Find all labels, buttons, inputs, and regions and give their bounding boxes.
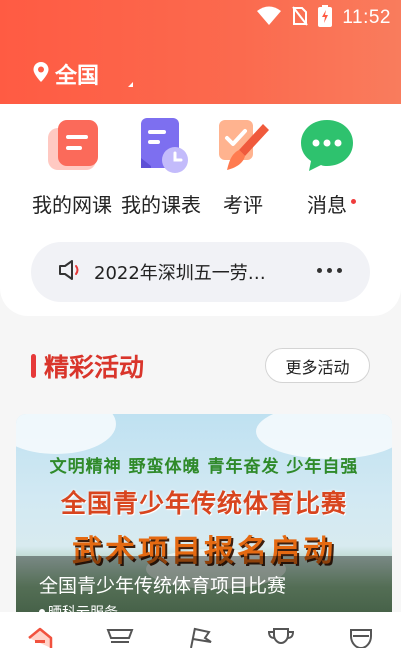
no-sim-icon [292,6,309,30]
nav-label: 考评 [223,193,263,217]
app-header: 11:52 全国 [0,0,401,110]
more-activities-button[interactable]: 更多活动 [265,348,370,383]
tab-home[interactable] [20,626,60,648]
nav-label-text: 消息 [307,193,347,217]
nav-label: 我的网课 [32,193,112,217]
notice-text: 2022年深圳五一劳… [94,263,266,284]
nav-messages[interactable]: 消息 [287,118,367,218]
schedule-clock-icon [133,118,189,174]
home-icon [26,626,54,648]
banner-title: 全国青少年传统体育项目比赛 [39,575,287,597]
doc-list-icon [44,118,100,174]
course-icon [105,626,135,648]
wifi-icon [256,6,282,30]
tab-competitions[interactable] [261,626,301,648]
nav-my-online-courses[interactable]: 我的网课 [32,118,112,218]
bottom-tab-bar [0,612,401,648]
banner-slogan: 文明精神 野蛮体魄 青年奋发 少年自强 [49,457,359,477]
nav-my-schedule[interactable]: 我的课表 [121,118,201,218]
nav-label: 我的课表 [121,193,201,217]
title-accent-bar [31,354,36,378]
notice-bar[interactable]: 2022年深圳五一劳… [31,242,370,302]
section-header: 精彩活动 [31,348,144,384]
more-options-icon[interactable] [317,268,342,273]
speaker-icon [58,259,82,285]
flag-icon [187,626,213,648]
nav-evaluation[interactable]: 考评 [203,118,283,218]
chat-bubble-icon [299,118,355,174]
section-title: 精彩活动 [44,353,145,382]
battery-charging-icon [318,5,333,31]
tab-profile[interactable] [341,626,381,648]
nav-label: 消息 [307,189,356,218]
status-bar: 11:52 [256,5,391,31]
location-pin-icon [33,62,49,86]
status-time: 11:52 [342,7,391,28]
tab-activities[interactable] [180,626,220,648]
location-label: 全国 [55,64,100,89]
banner-heading: 全国青少年传统体育比赛 [60,489,347,518]
profile-icon [347,626,375,648]
cloud-decoration [16,414,116,454]
quick-nav-card: 我的网课 我的课表 考评 消息 2022年深圳五一劳… [0,104,401,316]
location-selector[interactable]: 全国 [33,58,99,90]
trophy-icon [266,626,296,648]
brush-check-icon [215,118,271,174]
dropdown-caret-icon [128,82,133,87]
unread-dot [351,199,356,204]
tab-courses[interactable] [100,626,140,648]
